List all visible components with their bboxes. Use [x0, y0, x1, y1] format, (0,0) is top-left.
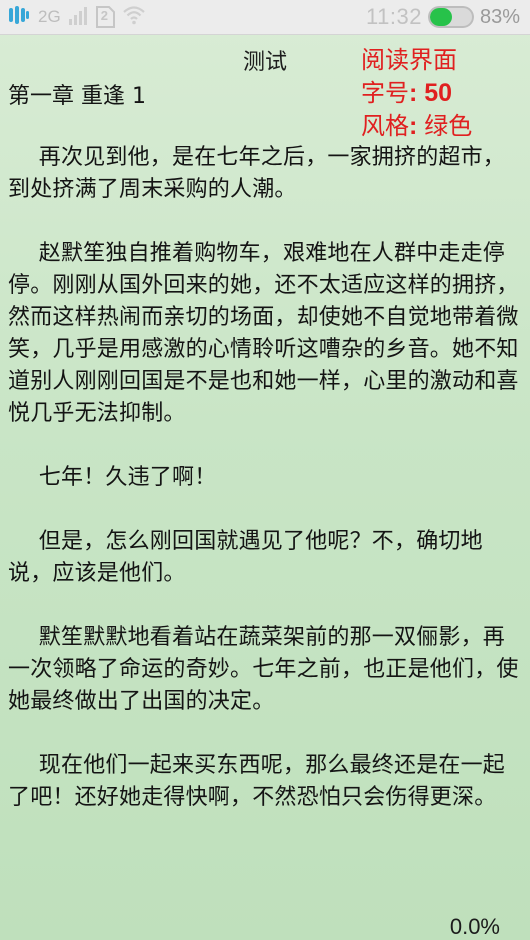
style-label: 风格 [361, 112, 409, 140]
font-size-colon: : [409, 79, 425, 107]
reading-progress: 0.0% [449, 914, 500, 939]
paragraph: 但是，怎么刚回国就遇见了他呢？不，确切地说，应该是他们。 [8, 529, 483, 586]
paragraph: 现在他们一起来买东西呢，那么最终还是在一起了吧！还好她走得快啊，不然恐怕只会伤得… [8, 753, 505, 810]
paragraph: 赵默笙独自推着购物车，艰难地在人群中走走停停。刚刚从国外回来的她，还不太适应这样… [8, 241, 519, 426]
app-menu-icon [8, 4, 30, 31]
signal-icon [68, 5, 87, 30]
status-bar: 2G 2 11:32 83% [0, 0, 530, 35]
style-value: 绿色 [424, 112, 473, 140]
paragraph: 七年！久违了啊！ [38, 465, 217, 490]
battery-icon [427, 6, 474, 28]
status-bar-right: 11:32 83% [366, 4, 520, 30]
paragraph: 再次见到他，是在七年之后，一家拥挤的超市，到处挤满了周末采购的人潮。 [8, 145, 505, 202]
chapter-title: 第一章 重逢 1 [8, 84, 146, 109]
status-bar-left: 2G 2 [8, 4, 145, 31]
style-info: 风格: 绿色 [361, 110, 472, 143]
paragraph: 默笙默默地看着站在蔬菜架前的那一双俪影，再一次领略了命运的奇妙。七年之前，也正是… [8, 625, 519, 714]
reader-settings-overlay: 阅读界面 字号: 50 风格: 绿色 [361, 44, 472, 143]
chapter-content[interactable]: 再次见到他，是在七年之后，一家拥挤的超市，到处挤满了周末采购的人潮。 赵默笙独自… [8, 142, 524, 846]
sim-slot-number: 2 [100, 8, 108, 23]
font-size-label: 字号 [361, 79, 409, 107]
font-size-info: 字号: 50 [361, 77, 472, 110]
network-type: 2G [38, 7, 61, 26]
wifi-icon [122, 5, 145, 30]
style-colon: : [409, 112, 425, 140]
battery-percent: 83% [479, 5, 520, 28]
sim-icon: 2 [95, 6, 115, 28]
mode-label: 阅读界面 [361, 46, 457, 74]
clock: 11:32 [366, 4, 422, 29]
font-size-value: 50 [424, 79, 453, 107]
